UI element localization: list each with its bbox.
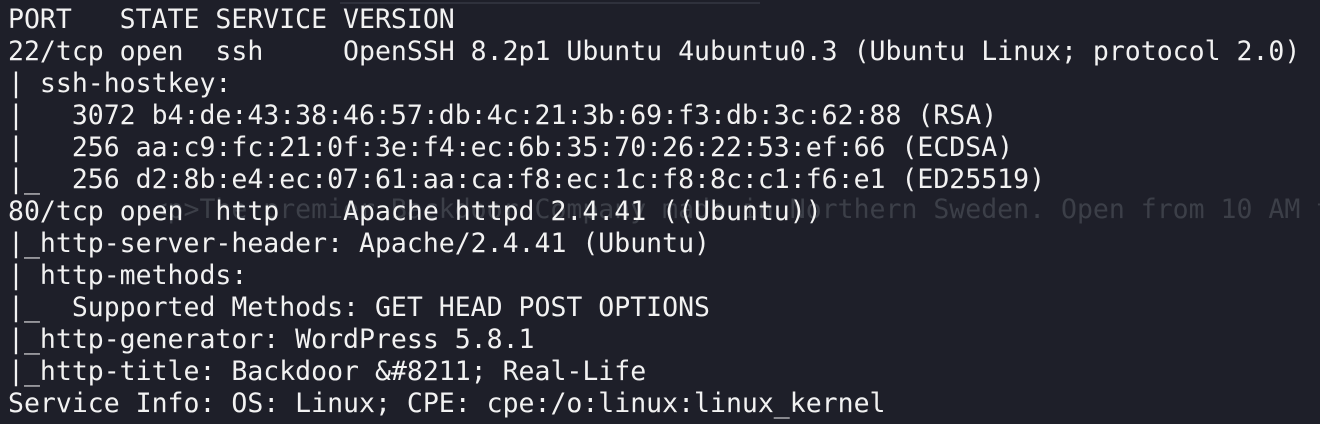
hostkey-rsa-line: | 3072 b4:de:43:38:46:57:db:4c:21:3b:69:… — [8, 100, 998, 131]
port-80-line: 80/tcp open http Apache httpd 2.4.41 ((U… — [8, 196, 822, 227]
service-info-line: Service Info: OS: Linux; CPE: cpe:/o:lin… — [8, 388, 886, 419]
port-22-line: 22/tcp open ssh OpenSSH 8.2p1 Ubuntu 4ub… — [8, 36, 1301, 67]
http-title-line: |_http-title: Backdoor &#8211; Real-Life — [8, 356, 647, 387]
supported-methods-line: |_ Supported Methods: GET HEAD POST OPTI… — [8, 292, 710, 323]
ssh-hostkey-label-line: | ssh-hostkey: — [8, 68, 232, 99]
hostkey-ed25519-line: |_ 256 d2:8b:e4:ec:07:61:aa:ca:f8:ec:1c:… — [8, 164, 1046, 195]
http-server-header-line: |_http-server-header: Apache/2.4.41 (Ubu… — [8, 228, 710, 259]
http-generator-line: |_http-generator: WordPress 5.8.1 — [8, 324, 535, 355]
terminal-output[interactable]: <p>The premier Backdoor Company made in … — [0, 0, 1320, 424]
http-methods-label-line: | http-methods: — [8, 260, 248, 291]
nmap-header-line: PORT STATE SERVICE VERSION — [8, 4, 455, 35]
hostkey-ecdsa-line: | 256 aa:c9:fc:21:0f:3e:f4:ec:6b:35:70:2… — [8, 132, 1014, 163]
